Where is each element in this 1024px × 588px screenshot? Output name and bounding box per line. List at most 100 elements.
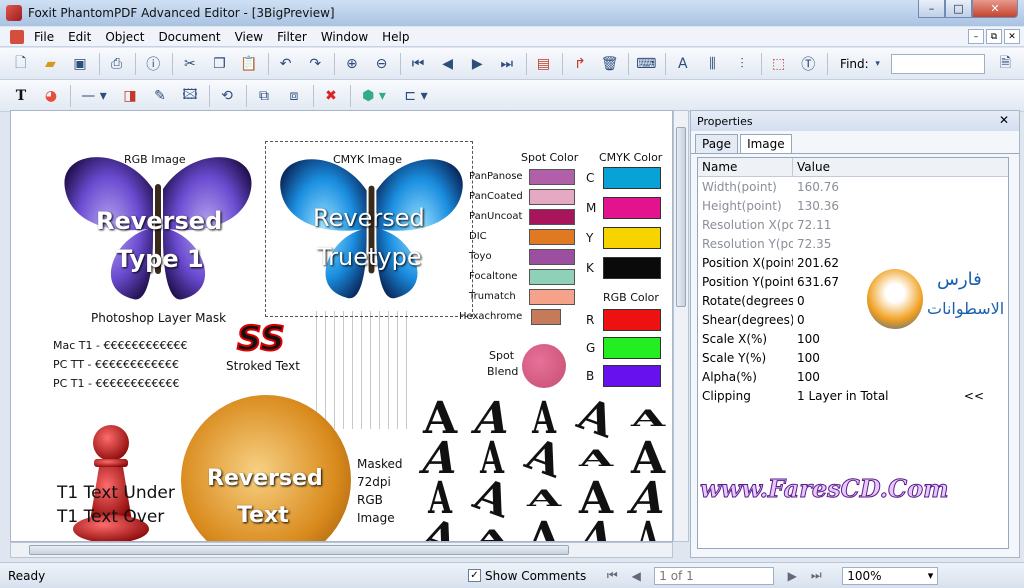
property-row[interactable]: Resolution Y(point) 72.35 bbox=[698, 234, 1008, 253]
page-properties-icon[interactable]: ▤ bbox=[533, 53, 555, 75]
print-icon[interactable]: ⎙ bbox=[106, 53, 128, 75]
status-ready: Ready bbox=[8, 568, 46, 583]
copy-icon[interactable]: ❐ bbox=[209, 53, 231, 75]
image-editor-icon[interactable]: 🖾 bbox=[179, 85, 201, 107]
property-row[interactable]: Clipping 1 Layer in Total << bbox=[698, 386, 1008, 405]
delete-icon[interactable]: ✖ bbox=[320, 85, 342, 107]
last-page-icon[interactable]: ⏭ bbox=[496, 53, 518, 75]
glyph-a: A bbox=[631, 405, 666, 432]
edit-object-icon[interactable]: ✎ bbox=[149, 85, 171, 107]
property-row[interactable]: Alpha(%) 100 bbox=[698, 367, 1008, 386]
farescd-logo bbox=[867, 269, 923, 329]
minimize-button[interactable]: – bbox=[918, 0, 945, 18]
cut-icon[interactable]: ✂ bbox=[179, 53, 201, 75]
property-row[interactable]: Scale X(%) 100 bbox=[698, 329, 1008, 348]
find-options-icon[interactable]: ▾ bbox=[873, 53, 883, 75]
column-value-header: Value bbox=[797, 160, 830, 174]
zoom-in-icon[interactable]: ⊕ bbox=[341, 53, 363, 75]
menu-help[interactable]: Help bbox=[382, 30, 409, 44]
redo-icon[interactable]: ↷ bbox=[304, 53, 326, 75]
property-name: Rotate(degrees) bbox=[702, 293, 793, 308]
fill-icon[interactable]: ◨ bbox=[119, 85, 141, 107]
insert-page-icon[interactable]: ↱ bbox=[569, 53, 591, 75]
doc-close-button[interactable]: ✕ bbox=[1004, 29, 1020, 44]
page-indicator[interactable]: 1 of 1 bbox=[654, 566, 775, 585]
properties-close-icon[interactable]: ✕ bbox=[999, 113, 1009, 127]
property-name: Scale X(%) bbox=[702, 331, 768, 346]
doc-restore-button[interactable]: ⧉ bbox=[986, 29, 1002, 44]
info-icon[interactable]: ⓘ bbox=[142, 53, 164, 75]
next-page-button[interactable]: ▶ bbox=[782, 567, 802, 585]
first-page-icon[interactable]: ⏮ bbox=[407, 53, 429, 75]
open-folder-icon[interactable]: ▰ bbox=[40, 53, 62, 75]
object-icon[interactable]: ⬚ bbox=[768, 53, 790, 75]
cmyk-color-swatch bbox=[603, 197, 661, 219]
align-icon[interactable]: ⫼ bbox=[702, 53, 724, 75]
tab-image[interactable]: Image bbox=[740, 134, 792, 153]
menu-file[interactable]: File bbox=[34, 30, 54, 44]
color-tool-icon[interactable]: ◕ bbox=[40, 85, 62, 107]
next-page-icon[interactable]: ▶ bbox=[466, 53, 488, 75]
zoom-out-icon[interactable]: ⊖ bbox=[371, 53, 393, 75]
property-row[interactable]: Height(point) 130.36 bbox=[698, 196, 1008, 215]
new-file-icon[interactable]: 🗋 bbox=[10, 53, 32, 75]
menu-document[interactable]: Document bbox=[158, 30, 220, 44]
tab-page[interactable]: Page bbox=[695, 134, 739, 153]
text-tool-icon[interactable]: T bbox=[10, 85, 32, 107]
menu-object[interactable]: Object bbox=[105, 30, 144, 44]
cmyk-color-label: Y bbox=[586, 231, 594, 245]
text-icon[interactable]: A bbox=[672, 53, 694, 75]
property-value: 631.67 bbox=[797, 274, 839, 289]
doc-minimize-button[interactable]: – bbox=[968, 29, 984, 44]
close-button[interactable]: ✕ bbox=[972, 0, 1018, 18]
prev-page-button[interactable]: ◀ bbox=[626, 567, 646, 585]
prev-page-icon[interactable]: ◀ bbox=[437, 53, 459, 75]
logo-arabic-line2: الاسطوانات bbox=[927, 299, 1005, 318]
property-name: Scale Y(%) bbox=[702, 350, 767, 365]
transform-icon[interactable]: ⟲ bbox=[216, 85, 238, 107]
first-page-button[interactable]: ⏮ bbox=[602, 567, 622, 585]
save-icon[interactable]: ▣ bbox=[69, 53, 91, 75]
last-page-button[interactable]: ⏭ bbox=[806, 567, 826, 585]
menu-window[interactable]: Window bbox=[321, 30, 368, 44]
ungroup-icon[interactable]: ⧈ bbox=[283, 85, 305, 107]
logo-arabic-line1: فارس bbox=[937, 269, 982, 290]
paste-icon[interactable]: 📋 bbox=[238, 53, 260, 75]
line-style-icon[interactable]: — ▾ bbox=[77, 85, 111, 107]
property-value: 1 Layer in Total bbox=[797, 388, 889, 403]
menu-filter[interactable]: Filter bbox=[277, 30, 307, 44]
distribute-icon[interactable]: ⫶ bbox=[731, 53, 753, 75]
property-value: 100 bbox=[797, 331, 820, 346]
shapes-icon[interactable]: ⬢ ▾ bbox=[357, 85, 391, 107]
vertical-scroll-thumb[interactable] bbox=[676, 127, 686, 307]
spot-color-swatch bbox=[529, 209, 575, 225]
property-row[interactable]: Width(point) 160.76 bbox=[698, 177, 1008, 196]
document-icon[interactable] bbox=[10, 29, 24, 44]
vertical-scrollbar[interactable] bbox=[673, 110, 689, 542]
menu-edit[interactable]: Edit bbox=[68, 30, 91, 44]
clipping-expand-button[interactable]: << bbox=[964, 389, 984, 403]
undo-icon[interactable]: ↶ bbox=[275, 53, 297, 75]
horizontal-scrollbar[interactable] bbox=[10, 542, 673, 558]
maximize-button[interactable]: □ bbox=[945, 0, 972, 18]
zoom-select[interactable]: 100% bbox=[842, 566, 939, 585]
menu-view[interactable]: View bbox=[235, 30, 263, 44]
horizontal-scroll-thumb[interactable] bbox=[29, 545, 569, 555]
stroked-ss-text: SS bbox=[236, 318, 286, 360]
find-next-icon[interactable]: 🗎 bbox=[995, 53, 1017, 75]
glyph-a: A bbox=[527, 513, 562, 542]
spot-blend-line2: Blend bbox=[487, 365, 519, 378]
rgb-color-swatch bbox=[603, 365, 661, 387]
find-input[interactable] bbox=[890, 53, 985, 74]
glyph-a: A bbox=[475, 525, 510, 542]
type-tool-icon[interactable]: Ⓣ bbox=[797, 53, 819, 75]
property-name: Position Y(points) bbox=[702, 274, 793, 289]
delete-page-icon[interactable]: 🗑 bbox=[599, 53, 621, 75]
show-comments-checkbox[interactable]: ✓ bbox=[468, 569, 481, 582]
arrange-icon[interactable]: ⊏ ▾ bbox=[399, 85, 433, 107]
document-canvas[interactable]: RGB Image Reversed Type 1 Photoshop Laye… bbox=[10, 110, 673, 542]
keyboard-icon[interactable]: ⌨ bbox=[635, 53, 657, 75]
property-row[interactable]: Scale Y(%) 100 bbox=[698, 348, 1008, 367]
property-row[interactable]: Resolution X(point) 72.11 bbox=[698, 215, 1008, 234]
group-icon[interactable]: ⧉ bbox=[253, 85, 275, 107]
